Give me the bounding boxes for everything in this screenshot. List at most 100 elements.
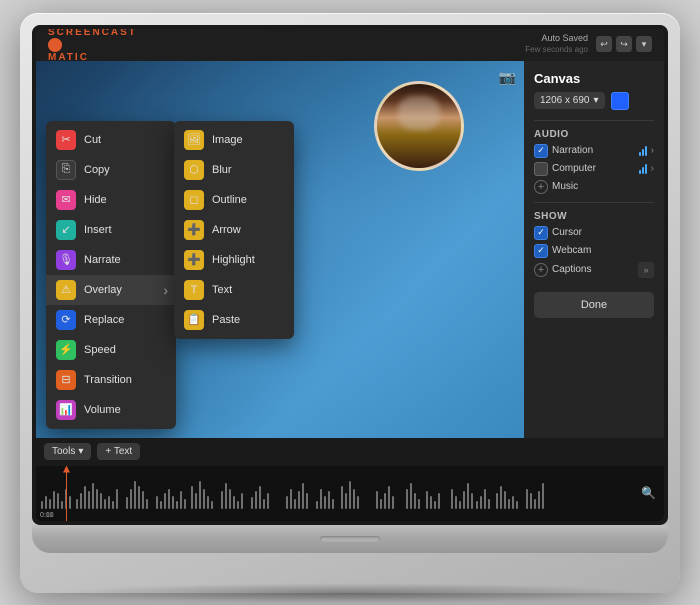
webcam-label: Webcam xyxy=(552,245,591,256)
bar-3 xyxy=(645,146,647,156)
hide-icon: ✉ xyxy=(56,190,76,210)
narration-expand[interactable]: › xyxy=(651,145,654,156)
main-content: 📷 ✂ Cut ⎘ xyxy=(36,61,664,438)
narration-checkbox[interactable]: ✓ xyxy=(534,144,548,158)
music-add-button[interactable]: + xyxy=(534,180,548,194)
auto-saved-status: Auto Saved Few seconds ago xyxy=(525,33,588,55)
volume-icon: 📊 xyxy=(56,400,76,420)
timeline-end-time: 0:10 xyxy=(40,512,644,519)
menu-item-copy[interactable]: ⎘ Copy xyxy=(46,155,176,185)
replace-icon: ⟳ xyxy=(56,310,76,330)
panel-expand-icon[interactable]: » xyxy=(638,262,654,278)
canvas-size-select[interactable]: 1206 x 690 ▾ xyxy=(534,92,605,109)
cursor-label: Cursor xyxy=(552,227,582,238)
submenu-item-blur[interactable]: ⬡ Blur xyxy=(174,155,294,185)
menu-button[interactable]: ▾ xyxy=(636,36,652,52)
computer-checkbox[interactable] xyxy=(534,162,548,176)
menu-item-speed[interactable]: ⚡ Speed xyxy=(46,335,176,365)
submenu-item-outline[interactable]: ◻ Outline xyxy=(174,185,294,215)
camera-icon[interactable]: 📷 xyxy=(499,69,516,86)
app-logo: SCREENCAST ● MATIC xyxy=(48,29,137,63)
captions-add-button[interactable]: + xyxy=(534,263,548,277)
computer-level xyxy=(639,164,647,174)
highlight-icon: ➕ xyxy=(184,250,204,270)
auto-saved-time: Few seconds ago xyxy=(525,45,588,55)
canvas-color-swatch[interactable] xyxy=(611,92,629,110)
submenu-item-highlight[interactable]: ➕ Highlight xyxy=(174,245,294,275)
text-icon: T xyxy=(184,280,204,300)
cursor-checkbox[interactable]: ✓ xyxy=(534,226,548,240)
toolbar-row: Tools ▾ + Text xyxy=(36,438,664,466)
speed-icon: ⚡ xyxy=(56,340,76,360)
laptop-shadow xyxy=(53,583,647,603)
narration-label: Narration xyxy=(552,145,635,156)
laptop-frame: SCREENCAST ● MATIC Auto Saved Few second… xyxy=(20,13,680,593)
cbar-3 xyxy=(645,164,647,174)
arrow-icon: ➕ xyxy=(184,220,204,240)
submenu-label-blur: Blur xyxy=(212,164,232,176)
audio-computer-row: Computer › xyxy=(534,162,654,176)
laptop-bottom-bar xyxy=(32,525,668,553)
narration-level xyxy=(639,146,647,156)
auto-saved-label: Auto Saved xyxy=(525,33,588,45)
bar-1 xyxy=(639,152,641,156)
menu-label-narrate: Narrate xyxy=(84,254,121,266)
menu-item-narrate[interactable]: 🎙 Narrate xyxy=(46,245,176,275)
submenu-item-image[interactable]: 🖼 Image xyxy=(174,125,294,155)
timeline-search-icon[interactable]: 🔍 xyxy=(641,486,656,500)
menu-label-copy: Copy xyxy=(84,164,110,176)
paste-icon: 📋 xyxy=(184,310,204,330)
music-label: Music xyxy=(552,181,654,192)
timeline-playhead[interactable] xyxy=(66,466,67,521)
done-button[interactable]: Done xyxy=(534,292,654,318)
narrate-icon: 🎙 xyxy=(56,250,76,270)
laptop-notch xyxy=(320,536,380,542)
tools-arrow: ▾ xyxy=(78,446,83,457)
transition-icon: ⊟ xyxy=(56,370,76,390)
menu-item-transition[interactable]: ⊟ Transition xyxy=(46,365,176,395)
webcam-person-image xyxy=(377,84,461,168)
redo-button[interactable]: ↪ xyxy=(616,36,632,52)
overlay-icon: ⚠ xyxy=(56,280,76,300)
menu-label-cut: Cut xyxy=(84,134,101,146)
submenu-label-arrow: Arrow xyxy=(212,224,241,236)
canvas-size-value: 1206 x 690 xyxy=(540,95,590,106)
menu-label-volume: Volume xyxy=(84,404,121,416)
blur-icon: ⬡ xyxy=(184,160,204,180)
right-panel: Canvas 1206 x 690 ▾ Audio ✓ Narration xyxy=(524,61,664,438)
show-section-label: Show xyxy=(534,211,654,222)
tools-button[interactable]: Tools ▾ xyxy=(44,443,91,460)
webcam-preview xyxy=(374,81,464,171)
submenu-item-paste[interactable]: 📋 Paste xyxy=(174,305,294,335)
undo-button[interactable]: ↩ xyxy=(596,36,612,52)
menu-label-speed: Speed xyxy=(84,344,116,356)
menu-label-transition: Transition xyxy=(84,374,132,386)
menu-item-volume[interactable]: 📊 Volume xyxy=(46,395,176,425)
cut-icon: ✂ xyxy=(56,130,76,150)
cbar-2 xyxy=(642,167,644,174)
logo-text-left: SCREENCAST xyxy=(48,29,137,38)
menu-item-insert[interactable]: ↙ Insert xyxy=(46,215,176,245)
title-bar-right: Auto Saved Few seconds ago ↩ ↪ ▾ xyxy=(525,33,652,55)
cbar-1 xyxy=(639,170,641,174)
submenu-item-text[interactable]: T Text xyxy=(174,275,294,305)
audio-music-row: + Music xyxy=(534,180,654,194)
computer-expand[interactable]: › xyxy=(651,163,654,174)
menu-item-overlay[interactable]: ⚠ Overlay xyxy=(46,275,176,305)
divider-1 xyxy=(534,120,654,121)
audio-narration-row: ✓ Narration › xyxy=(534,144,654,158)
insert-icon: ↙ xyxy=(56,220,76,240)
text-button[interactable]: + Text xyxy=(97,443,140,460)
submenu-label-image: Image xyxy=(212,134,243,146)
menu-item-replace[interactable]: ⟳ Replace xyxy=(46,305,176,335)
menu-item-cut[interactable]: ✂ Cut xyxy=(46,125,176,155)
webcam-checkbox[interactable]: ✓ xyxy=(534,244,548,258)
canvas-size-arrow: ▾ xyxy=(594,95,599,106)
context-menu-main: ✂ Cut ⎘ Copy ✉ Hide ↙ In xyxy=(46,121,176,429)
menu-item-hide[interactable]: ✉ Hide xyxy=(46,185,176,215)
show-cursor-row: ✓ Cursor xyxy=(534,226,654,240)
title-bar-controls: ↩ ↪ ▾ xyxy=(596,36,652,52)
submenu-item-arrow[interactable]: ➕ Arrow xyxy=(174,215,294,245)
timeline-area[interactable]: 0:01 0:10 🔍 xyxy=(36,466,664,521)
video-area: 📷 ✂ Cut ⎘ xyxy=(36,61,524,438)
